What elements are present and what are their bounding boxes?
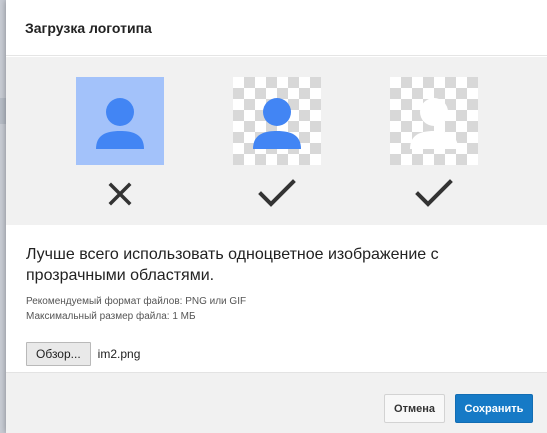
cross-icon bbox=[100, 179, 140, 209]
recommendation-text: Лучше всего использовать одноцветное изо… bbox=[26, 246, 439, 284]
example-good-blue bbox=[233, 77, 321, 207]
dialog-content: Лучше всего использовать одноцветное изо… bbox=[26, 244, 526, 366]
example-bad bbox=[76, 77, 164, 206]
example-tile-transparent bbox=[390, 77, 478, 165]
example-tile-blue-background bbox=[76, 77, 164, 165]
selected-file-name: im2.png bbox=[97, 347, 141, 361]
person-icon bbox=[96, 98, 144, 149]
logo-examples bbox=[6, 57, 547, 225]
browse-button[interactable]: Обзор... bbox=[26, 342, 91, 366]
format-hint: Рекомендуемый формат файлов: PNG или GIF bbox=[26, 296, 247, 307]
person-icon bbox=[410, 98, 458, 149]
dialog-header: Загрузка логотипа bbox=[6, 0, 547, 56]
example-good-white bbox=[390, 77, 478, 207]
person-icon bbox=[253, 98, 301, 149]
dialog-footer: Отмена Сохранить bbox=[6, 372, 547, 433]
checkmark-icon bbox=[414, 179, 454, 209]
checkmark-icon bbox=[257, 179, 297, 209]
size-hint: Максимальный размер файла: 1 МБ bbox=[26, 311, 196, 322]
file-picker: Обзор... im2.png bbox=[26, 342, 526, 366]
cancel-button[interactable]: Отмена bbox=[384, 394, 445, 423]
save-button[interactable]: Сохранить bbox=[455, 394, 533, 423]
example-tile-transparent bbox=[233, 77, 321, 165]
dialog-title: Загрузка логотипа bbox=[25, 19, 152, 36]
upload-logo-dialog: Загрузка логотипа Лучше всего использова… bbox=[6, 0, 547, 433]
